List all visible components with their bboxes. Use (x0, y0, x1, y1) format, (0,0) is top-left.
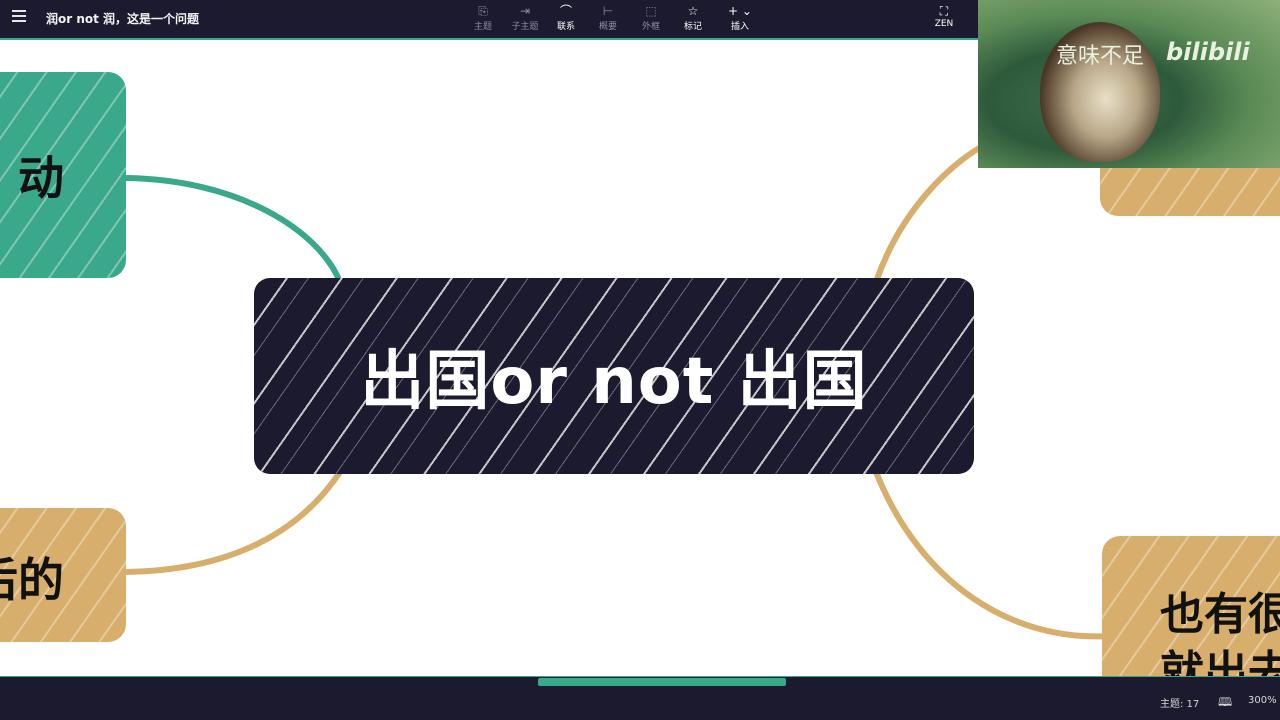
toolbar-relationship-button[interactable]: ⌒ 联系 (546, 3, 586, 32)
branch-node-green[interactable]: 动 (0, 72, 126, 278)
webcam-caption: 意味不足 (1056, 44, 1145, 69)
zoom-level[interactable]: 300% (1248, 695, 1277, 706)
topic-icon: ⎘ (478, 4, 488, 18)
toolbar-boundary-button[interactable]: ⬚ 外框 (631, 3, 671, 32)
star-icon: ☆ (687, 4, 699, 18)
subtopic-icon: ⇥ (519, 4, 531, 18)
horizontal-scrollbar[interactable] (538, 678, 786, 686)
central-topic-text: 出国or not 出国 (360, 345, 868, 419)
bilibili-logo: bilibili (1166, 38, 1250, 66)
branch-node-text-line2: 就出去 (1160, 647, 1280, 676)
status-bar: 主题: 17 🕮 300% (0, 676, 1280, 720)
connector-tan-left (119, 470, 343, 575)
document-title: 润or not 润，这是一个问题 (46, 12, 200, 26)
connector-green (119, 175, 343, 284)
central-topic[interactable]: 出国or not 出国 (254, 278, 974, 474)
connector-tan-top-right (873, 139, 992, 283)
zen-mode-button[interactable]: ⛶ ZEN (924, 3, 964, 29)
summary-icon: ⊢ (602, 4, 614, 18)
branch-node-text-line1: 也有很 (1160, 589, 1280, 640)
topic-count: 主题: 17 (1160, 699, 1200, 710)
branch-node-text: 动 (18, 151, 64, 205)
plus-icon: + ⌄ (728, 4, 752, 18)
toolbar-marker-button[interactable]: ☆ 标记 (673, 3, 713, 32)
fullscreen-icon: ⛶ (939, 4, 949, 18)
menu-icon[interactable] (12, 10, 26, 24)
relationship-icon: ⌒ (559, 4, 572, 18)
branch-node-tan-left[interactable]: 后的 (0, 508, 126, 642)
webcam-overlay: 意味不足 bilibili (978, 0, 1280, 168)
connector-tan-bottom-right (873, 470, 1111, 640)
branch-node-tan-bottom-right[interactable]: 也有很 就出去 (1102, 536, 1280, 676)
boundary-icon: ⬚ (645, 4, 657, 18)
toolbar-summary-button[interactable]: ⊢ 概要 (588, 3, 628, 32)
toolbar-insert-button[interactable]: + ⌄ 插入 (720, 3, 760, 32)
outline-icon[interactable]: 🕮 (1218, 693, 1232, 714)
toolbar-subtopic-button[interactable]: ⇥ 子主题 (505, 3, 545, 32)
branch-node-text: 后的 (0, 553, 64, 607)
toolbar-topic-button[interactable]: ⎘ 主题 (463, 3, 503, 32)
